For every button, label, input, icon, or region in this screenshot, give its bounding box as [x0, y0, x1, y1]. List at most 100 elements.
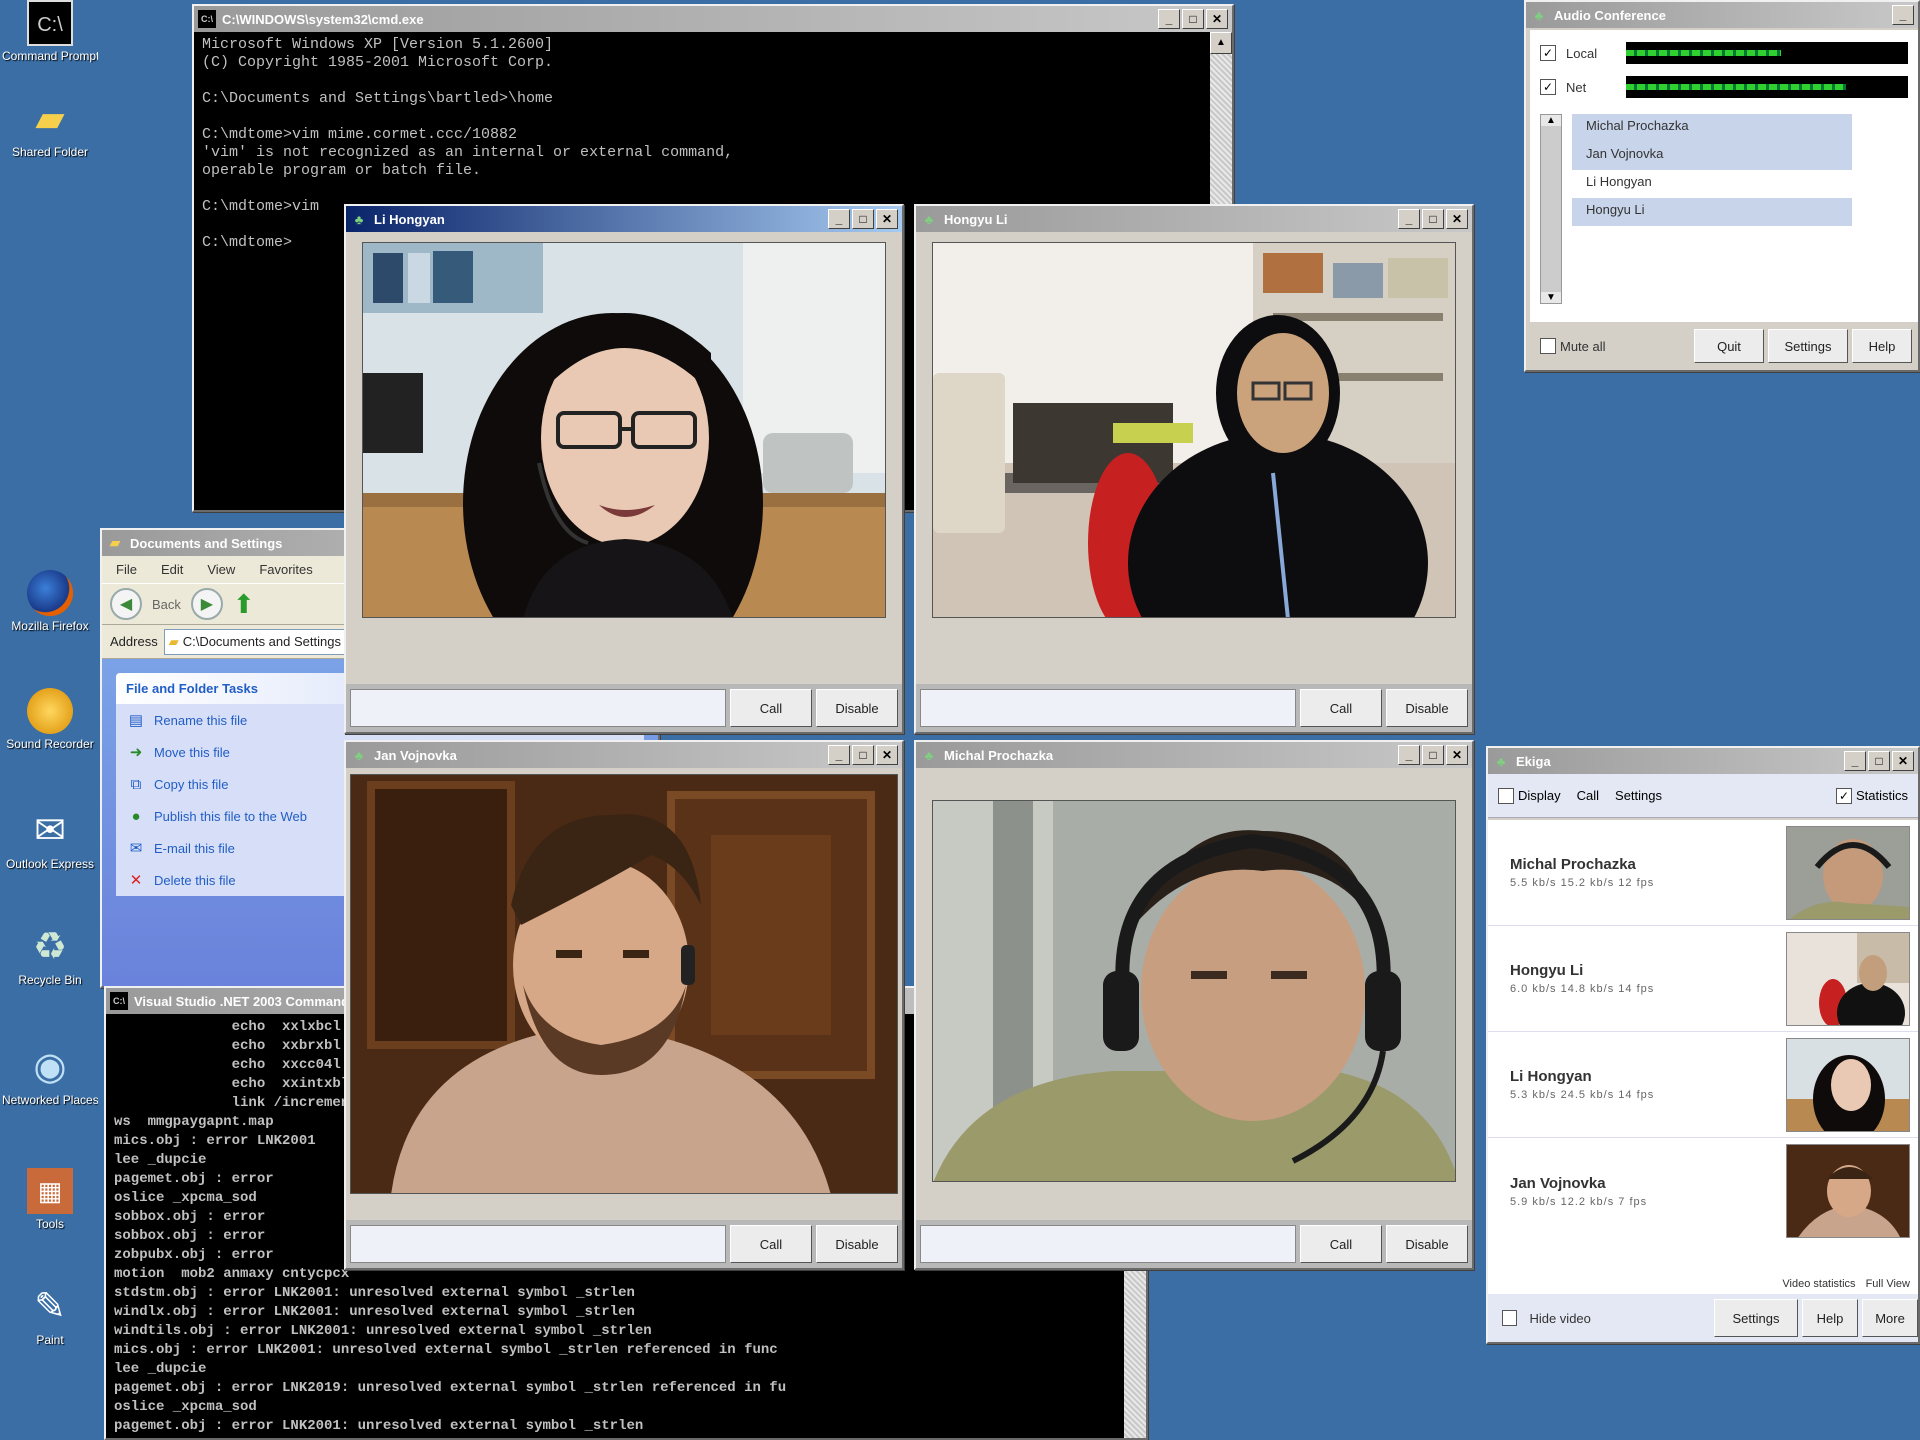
minimize-button[interactable]: _ [1398, 745, 1420, 765]
participant-item[interactable]: Hongyu Li [1572, 198, 1852, 226]
minimize-button[interactable]: _ [1398, 209, 1420, 229]
desktop-icon-command-prompt[interactable]: C:\ Command Prompt [2, 0, 98, 63]
title-bar[interactable]: ♣ Hongyu Li _ □ ✕ [916, 206, 1472, 232]
close-button[interactable]: ✕ [1446, 209, 1468, 229]
tab-settings[interactable]: Settings [1615, 788, 1662, 803]
more-button[interactable]: More [1862, 1299, 1918, 1337]
participant-item[interactable]: Michal Prochazka [1572, 114, 1852, 142]
desktop-icon-paint[interactable]: ✎ Paint [2, 1284, 98, 1347]
menu-view[interactable]: View [207, 562, 235, 577]
participant-item[interactable]: Li Hongyan [1572, 170, 1852, 198]
desktop-icon-shared-folder[interactable]: ▰ Shared Folder [2, 96, 98, 159]
close-button[interactable]: ✕ [876, 745, 898, 765]
display-checkbox[interactable] [1498, 787, 1514, 804]
scroll-down-arrow[interactable]: ▼ [1541, 292, 1561, 303]
help-button[interactable]: Help [1852, 329, 1912, 363]
chat-input[interactable] [920, 689, 1296, 727]
title-bar[interactable]: ♣ Audio Conference _ [1526, 2, 1918, 28]
disable-button[interactable]: Disable [1386, 1225, 1468, 1263]
disable-button[interactable]: Disable [816, 1225, 898, 1263]
title-bar[interactable]: ♣ Li Hongyan _ □ ✕ [346, 206, 902, 232]
desktop-icon-network[interactable]: ◉ Networked Places [2, 1044, 98, 1107]
copy-icon: ⧉ [130, 775, 142, 793]
contact-row[interactable]: Michal Prochazka 5.5 kb/s 15.2 kb/s 12 fp… [1488, 820, 1918, 926]
desktop-icon-firefox[interactable]: Mozilla Firefox [2, 570, 98, 633]
contact-stats: 6.0 kb/s 14.8 kb/s 14 fps [1510, 983, 1655, 995]
quit-button[interactable]: Quit [1694, 329, 1764, 363]
audio-footer: Mute all Quit Settings Help [1530, 326, 1918, 366]
chat-input[interactable] [350, 1225, 726, 1263]
hide-video-checkbox[interactable] [1502, 1310, 1518, 1326]
back-button-label[interactable]: Back [152, 597, 181, 612]
minimize-button[interactable]: _ [1844, 751, 1866, 771]
close-button[interactable]: ✕ [1206, 9, 1228, 29]
call-button[interactable]: Call [1300, 689, 1382, 727]
terminal-icon: C:\ [198, 10, 216, 28]
settings-button[interactable]: Settings [1768, 329, 1848, 363]
minimize-button[interactable]: _ [1892, 5, 1914, 25]
menu-favorites[interactable]: Favorites [259, 562, 312, 577]
video-feed [362, 242, 886, 618]
video-window-jan-vojnovka[interactable]: ♣ Jan Vojnovka _ □ ✕ Call Disable [344, 740, 904, 1270]
maximize-button[interactable]: □ [1868, 751, 1890, 771]
local-checkbox[interactable]: ✓ [1540, 45, 1556, 61]
scroll-up-arrow[interactable]: ▲ [1541, 115, 1561, 126]
participant-scrollbar[interactable]: ▲ ▼ [1540, 114, 1562, 304]
title-bar[interactable]: C:\ C:\WINDOWS\system32\cmd.exe _ □ ✕ [194, 6, 1232, 32]
console-line: C:\mdtome>vim mime.cormet.ccc/10882 [202, 126, 518, 143]
maximize-button[interactable]: □ [1422, 745, 1444, 765]
title-bar[interactable]: ♣ Ekiga _ □ ✕ [1488, 748, 1918, 774]
contact-row[interactable]: Jan Vojnovka 5.9 kb/s 12.2 kb/s 7 fps [1488, 1138, 1918, 1244]
disable-button[interactable]: Disable [1386, 689, 1468, 727]
audio-conference-window[interactable]: ♣ Audio Conference _ ✓ Local ✓ Net ▲ ▼ M… [1524, 0, 1920, 372]
desktop-icon-sound-recorder[interactable]: Sound Recorder [2, 688, 98, 751]
call-button[interactable]: Call [730, 1225, 812, 1263]
close-button[interactable]: ✕ [1446, 745, 1468, 765]
desktop-icon-outlook[interactable]: ✉ Outlook Express [2, 808, 98, 871]
mute-all-checkbox[interactable] [1540, 338, 1556, 354]
forward-arrow-icon[interactable]: ▶ [190, 588, 223, 620]
minimize-button[interactable]: _ [1158, 9, 1180, 29]
desktop-icon-tools[interactable]: ▦ Tools [2, 1168, 98, 1231]
up-folder-icon[interactable]: ⬆ [233, 589, 255, 620]
call-button[interactable]: Call [1300, 1225, 1382, 1263]
video-statistics-link[interactable]: Video statistics [1782, 1278, 1855, 1290]
help-button[interactable]: Help [1802, 1299, 1858, 1337]
chat-input[interactable] [350, 689, 726, 727]
back-arrow-icon[interactable]: ◀ [110, 588, 142, 620]
console-line: Microsoft Windows XP [Version 5.1.2600] [202, 36, 554, 53]
statistics-checkbox[interactable]: ✓ [1835, 787, 1852, 804]
full-view-link[interactable]: Full View [1866, 1278, 1910, 1290]
task-label: Move this file [154, 744, 230, 760]
close-button[interactable]: ✕ [1892, 751, 1914, 771]
contact-stats: 5.9 kb/s 12.2 kb/s 7 fps [1510, 1195, 1648, 1208]
minimize-button[interactable]: _ [828, 209, 850, 229]
tab-call[interactable]: Call [1577, 788, 1599, 803]
video-window-li-hongyan[interactable]: ♣ Li Hongyan _ □ ✕ Call Disable [344, 204, 904, 734]
video-window-michal-prochazka[interactable]: ♣ Michal Prochazka _ □ ✕ Call Disable [914, 740, 1474, 1270]
disable-button[interactable]: Disable [816, 689, 898, 727]
title-bar[interactable]: ♣ Jan Vojnovka _ □ ✕ [346, 742, 902, 768]
close-button[interactable]: ✕ [876, 209, 898, 229]
maximize-button[interactable]: □ [1182, 9, 1204, 29]
chat-input[interactable] [920, 1225, 1296, 1263]
desktop-icon-recycle-bin[interactable]: ♻ Recycle Bin [2, 924, 98, 987]
maximize-button[interactable]: □ [1422, 209, 1444, 229]
title-bar[interactable]: ♣ Michal Prochazka _ □ ✕ [916, 742, 1472, 768]
maximize-button[interactable]: □ [852, 209, 874, 229]
tab-display[interactable]: Display [1498, 787, 1561, 804]
maximize-button[interactable]: □ [852, 745, 874, 765]
net-checkbox[interactable]: ✓ [1540, 79, 1556, 95]
contact-row[interactable]: Li Hongyan 5.3 kb/s 24.5 kb/s 14 fps [1488, 1032, 1918, 1138]
participant-item[interactable]: Jan Vojnovka [1572, 142, 1852, 170]
menu-edit[interactable]: Edit [161, 562, 183, 577]
call-button[interactable]: Call [730, 689, 812, 727]
scroll-up-arrow[interactable]: ▲ [1210, 32, 1232, 54]
menu-file[interactable]: File [116, 562, 137, 577]
tab-statistics[interactable]: ✓ Statistics [1835, 787, 1908, 804]
video-window-hongyu-li[interactable]: ♣ Hongyu Li _ □ ✕ Call Disable [914, 204, 1474, 734]
settings-button[interactable]: Settings [1714, 1299, 1798, 1337]
ekiga-contacts-window[interactable]: ♣ Ekiga _ □ ✕ Display Call Settings ✓ Sta… [1486, 746, 1920, 1344]
contact-row[interactable]: Hongyu Li 6.0 kb/s 14.8 kb/s 14 fps [1488, 926, 1918, 1032]
minimize-button[interactable]: _ [828, 745, 850, 765]
